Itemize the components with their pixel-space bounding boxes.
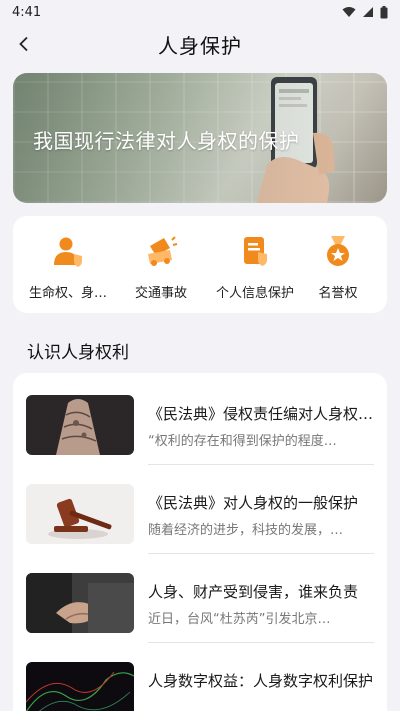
article-thumbnail (26, 395, 134, 455)
article-title: 人身数字权益：人身数字权利保护 (148, 672, 374, 690)
section-title: 认识人身权利 (27, 343, 129, 363)
wifi-icon (342, 7, 356, 17)
battery-icon (380, 5, 388, 18)
category-personal-info[interactable]: 个人信息保护 (210, 216, 300, 313)
status-icons (342, 5, 388, 19)
car-crash-icon (148, 236, 178, 266)
article-item[interactable]: 《民法典》对人身权的一般保护 随着经济的进步，科技的发展，… (13, 462, 387, 554)
article-title: 《民法典》侵权责任编对人身权的保护 (148, 405, 374, 423)
article-summary: “权利的存在和得到保护的程度… (148, 434, 337, 449)
person-shield-icon (54, 237, 82, 267)
category-card: 生命权、身… 交通事故 个人信息保护 名誉权 (13, 216, 387, 313)
article-summary: 随着经济的进步，科技的发展，… (148, 523, 344, 538)
category-traffic-accident[interactable]: 交通事故 (119, 216, 203, 313)
document-shield-icon (244, 237, 267, 266)
category-scroll-row[interactable]: 生命权、身… 交通事故 个人信息保护 名誉权 (13, 216, 387, 313)
medal-icon (327, 236, 349, 266)
category-life-body[interactable]: 生命权、身… (24, 216, 112, 313)
category-label: 生命权、身… (28, 286, 107, 301)
tattooed-hand-image (26, 395, 134, 455)
category-label: 个人信息保护 (215, 286, 294, 301)
article-title: 《民法典》对人身权的一般保护 (148, 494, 359, 512)
article-thumbnail (26, 662, 134, 711)
nav-bar: 人身保护 (0, 24, 400, 64)
gavel-image (26, 484, 134, 544)
chevron-left-icon (19, 36, 28, 52)
status-bar: 4:41 (0, 0, 400, 24)
status-time: 4:41 (12, 4, 42, 20)
page-title: 人身保护 (158, 33, 242, 58)
banner-title: 我国现行法律对人身权的保护 (33, 129, 300, 153)
article-thumbnail (26, 573, 134, 633)
article-item[interactable]: 人身数字权益：人身数字权利保护 (13, 640, 387, 711)
article-item[interactable]: 人身、财产受到侵害，谁来负责 近日，台风“杜苏芮”引发北京… (13, 551, 387, 643)
back-button[interactable] (10, 30, 38, 58)
category-label: 交通事故 (134, 286, 187, 301)
category-label: 名誉权 (318, 286, 358, 301)
article-list: 《民法典》侵权责任编对人身权的保护 “权利的存在和得到保护的程度… 《民法典》对… (13, 373, 387, 711)
article-thumbnail (26, 484, 134, 544)
article-title: 人身、财产受到侵害，谁来负责 (148, 583, 359, 601)
category-reputation[interactable]: 名誉权 (303, 216, 373, 313)
digital-network-image (26, 662, 134, 711)
signal-icon (363, 7, 373, 17)
clasped-hands-image (26, 573, 134, 633)
banner[interactable]: 我国现行法律对人身权的保护 (13, 73, 387, 203)
article-item[interactable]: 《民法典》侵权责任编对人身权的保护 “权利的存在和得到保护的程度… (13, 373, 387, 465)
article-summary: 近日，台风“杜苏芮”引发北京… (148, 612, 331, 627)
category-partial[interactable]: 好 (375, 216, 387, 313)
